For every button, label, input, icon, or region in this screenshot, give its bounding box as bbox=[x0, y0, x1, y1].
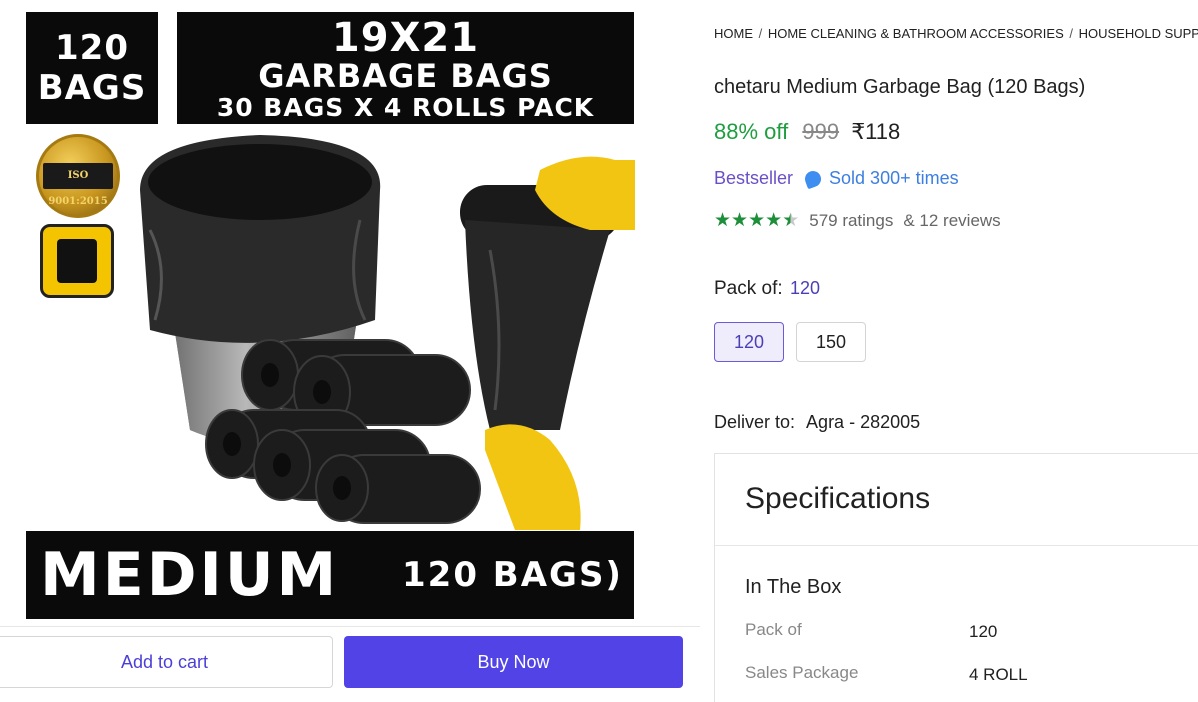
star-icon: ★ bbox=[748, 210, 766, 231]
breadcrumb-home[interactable]: HOME bbox=[714, 26, 753, 41]
count-banner: 120 BAGS bbox=[26, 12, 158, 124]
original-price: 999 bbox=[802, 119, 840, 144]
reviews-count: & 12 reviews bbox=[903, 211, 1001, 230]
badges-row: Bestseller Sold 300+ times bbox=[714, 168, 959, 189]
price-row: 88% off 999 ₹118 bbox=[714, 119, 900, 145]
garbage-bags-illustration bbox=[140, 135, 635, 530]
breadcrumb: HOME / HOME CLEANING & BATHROOM ACCESSOR… bbox=[714, 26, 1198, 41]
size-count: 120 BAGS) bbox=[402, 555, 623, 595]
iso-badge-text: ISO 9001:2015 bbox=[43, 163, 113, 207]
add-to-cart-button[interactable]: Add to cart bbox=[0, 636, 333, 688]
breadcrumb-household-supplies[interactable]: HOUSEHOLD SUPPLIES bbox=[1079, 26, 1198, 41]
spec-key: Sales Package bbox=[745, 663, 859, 682]
action-bar: Add to cart Buy Now bbox=[0, 626, 700, 702]
iso-certified-badge: ISO 9001:2015 bbox=[36, 134, 120, 218]
recycle-bin-icon bbox=[40, 224, 114, 298]
star-icon: ★ bbox=[765, 210, 783, 231]
buy-now-button[interactable]: Buy Now bbox=[344, 636, 683, 688]
headline-pack: 30 BAGS X 4 ROLLS PACK bbox=[216, 93, 595, 122]
specifications-title: Specifications bbox=[745, 482, 931, 515]
delivery-row[interactable]: Deliver to: Agra - 282005 bbox=[714, 412, 920, 433]
pack-option-150[interactable]: 150 bbox=[796, 322, 866, 362]
bestseller-badge: Bestseller bbox=[714, 168, 794, 188]
spec-group-title: In The Box bbox=[745, 576, 842, 598]
headline-product: GARBAGE BAGS bbox=[258, 57, 553, 95]
discount-percent: 88% off bbox=[714, 119, 789, 144]
breadcrumb-home-cleaning[interactable]: HOME CLEANING & BATHROOM ACCESSORIES bbox=[768, 26, 1064, 41]
star-icon: ★ bbox=[731, 210, 749, 231]
headline-size: 19X21 bbox=[331, 15, 480, 61]
pack-label: Pack of: bbox=[714, 278, 783, 299]
rating-row[interactable]: ★ ★ ★ ★ ★ 579 ratings & 12 reviews bbox=[714, 210, 1001, 232]
pack-option-120[interactable]: 120 bbox=[714, 322, 784, 362]
sold-count: Sold 300+ times bbox=[829, 168, 959, 188]
count-unit: BAGS bbox=[37, 68, 147, 108]
divider bbox=[715, 545, 1198, 546]
product-details: HOME / HOME CLEANING & BATHROOM ACCESSOR… bbox=[714, 0, 1198, 702]
delivery-location: Agra - 282005 bbox=[806, 412, 921, 432]
spec-value: 4 ROLL bbox=[969, 665, 1028, 684]
headline-banner: 19X21 GARBAGE BAGS 30 BAGS X 4 ROLLS PAC… bbox=[177, 12, 634, 124]
size-banner: MEDIUM 120 BAGS) bbox=[26, 531, 634, 619]
shopping-bag-icon bbox=[802, 168, 824, 189]
ratings-count: 579 ratings bbox=[809, 211, 894, 230]
pack-options: 120 150 bbox=[714, 322, 866, 362]
star-icon: ★ bbox=[714, 210, 732, 231]
pack-selector-label: Pack of: 120 bbox=[714, 278, 820, 300]
spec-value: 120 bbox=[969, 622, 998, 641]
pack-selected-value: 120 bbox=[789, 278, 820, 298]
star-half-icon: ★ bbox=[782, 210, 800, 231]
star-rating: ★ ★ ★ ★ ★ bbox=[714, 210, 799, 232]
product-image[interactable]: 120 BAGS 19X21 GARBAGE BAGS 30 BAGS X 4 … bbox=[0, 0, 640, 630]
size-label: MEDIUM bbox=[40, 540, 340, 610]
specifications-card: Specifications In The Box Pack of 120 Sa… bbox=[714, 453, 1198, 702]
deliver-label: Deliver to: bbox=[714, 412, 796, 432]
selling-price: ₹118 bbox=[851, 119, 901, 144]
count-number: 120 bbox=[55, 28, 129, 68]
product-title: chetaru Medium Garbage Bag (120 Bags) bbox=[714, 76, 1086, 98]
spec-key: Pack of bbox=[745, 620, 802, 639]
